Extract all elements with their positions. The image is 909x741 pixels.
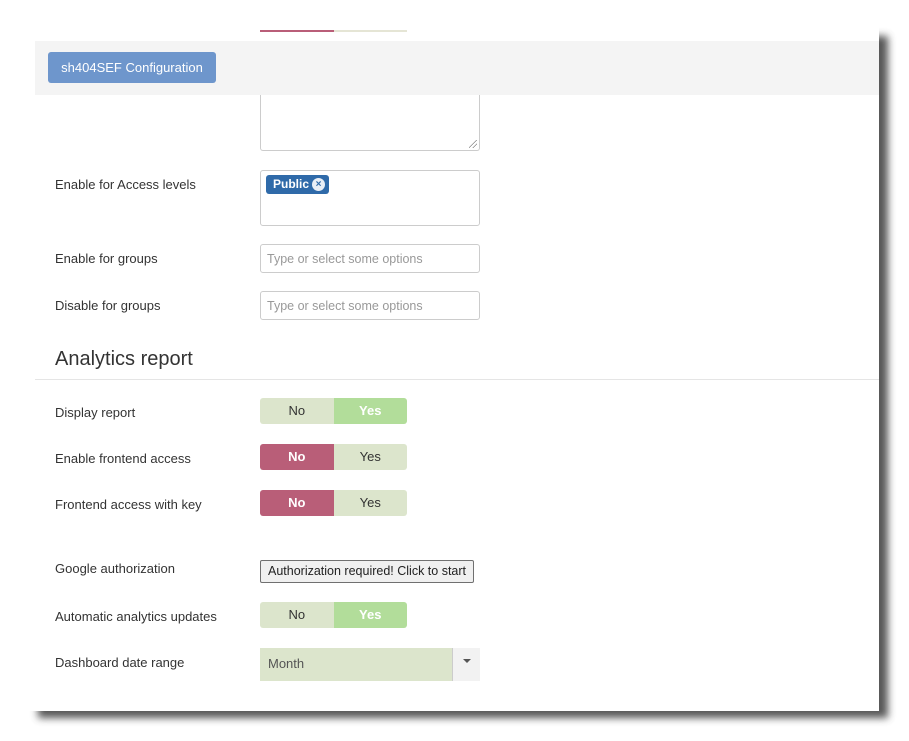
access-levels-select[interactable]: Public × <box>260 170 480 226</box>
display-report-yes[interactable]: Yes <box>333 398 407 424</box>
display-report-label: Display report <box>55 405 136 420</box>
frontend-access-key-toggle: No Yes <box>260 490 407 516</box>
frontend-access-key-yes[interactable]: Yes <box>333 490 407 516</box>
enable-groups-input[interactable]: Type or select some options <box>260 244 480 273</box>
display-report-toggle: No Yes <box>260 398 407 424</box>
google-authorization-label: Google authorization <box>55 561 175 576</box>
automatic-updates-toggle: No Yes <box>260 602 407 628</box>
frontend-access-key-no[interactable]: No <box>260 490 334 516</box>
select-value: Month <box>260 648 452 681</box>
enable-frontend-access-yes[interactable]: Yes <box>333 444 407 470</box>
automatic-updates-label: Automatic analytics updates <box>55 609 217 624</box>
display-report-no[interactable]: No <box>260 398 334 424</box>
automatic-updates-yes[interactable]: Yes <box>333 602 407 628</box>
google-authorization-button[interactable]: Authorization required! Click to start <box>260 560 475 583</box>
dashboard-date-range-label: Dashboard date range <box>55 655 185 670</box>
enable-access-levels-label: Enable for Access levels <box>55 177 196 192</box>
automatic-updates-no[interactable]: No <box>260 602 334 628</box>
enable-groups-label: Enable for groups <box>55 251 158 266</box>
remove-chip-icon[interactable]: × <box>312 178 326 191</box>
disable-groups-label: Disable for groups <box>55 298 161 313</box>
toggle-remnant <box>260 30 407 32</box>
chevron-down-icon[interactable] <box>452 648 480 681</box>
enable-groups-placeholder: Type or select some options <box>267 252 423 266</box>
section-title: Analytics report <box>55 348 193 370</box>
enable-frontend-access-no[interactable]: No <box>260 444 334 470</box>
toolbar: sh404SEF Configuration <box>35 41 879 95</box>
chip-label: Public <box>273 177 310 191</box>
resize-handle-icon[interactable] <box>469 140 477 148</box>
textarea-field[interactable] <box>260 95 480 151</box>
section-divider <box>35 379 879 380</box>
enable-frontend-access-label: Enable frontend access <box>55 451 191 466</box>
frontend-access-key-label: Frontend access with key <box>55 497 202 512</box>
disable-groups-input[interactable]: Type or select some options <box>260 291 480 320</box>
dashboard-date-range-select[interactable]: Month <box>260 648 480 681</box>
config-panel: sh404SEF Configuration Enable for Access… <box>0 0 879 711</box>
access-level-chip: Public × <box>266 175 330 194</box>
sh404sef-configuration-button[interactable]: sh404SEF Configuration <box>48 52 216 83</box>
enable-frontend-access-toggle: No Yes <box>260 444 407 470</box>
disable-groups-placeholder: Type or select some options <box>267 299 423 313</box>
